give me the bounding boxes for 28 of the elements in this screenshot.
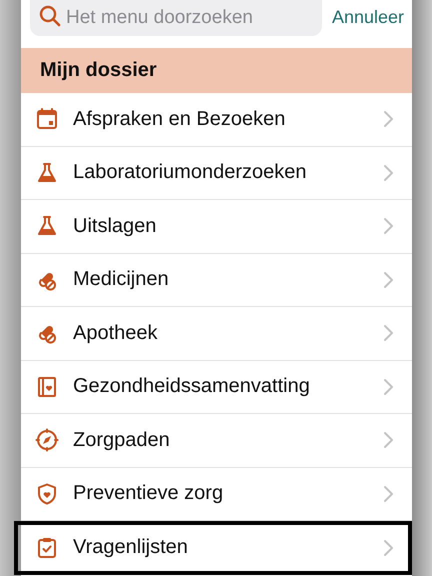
- heart-book-icon: [35, 374, 59, 399]
- menu-item[interactable]: Medicijnen: [21, 254, 412, 307]
- cancel-button[interactable]: Annuleer: [332, 7, 404, 36]
- chevron-right-icon: [382, 538, 394, 558]
- menu-item[interactable]: Zorgpaden: [21, 414, 412, 468]
- clipboard-check-icon: [35, 536, 59, 560]
- chevron-right-icon: [382, 216, 394, 236]
- chevron-right-icon: [382, 270, 394, 290]
- menu-item[interactable]: Preventieve zorg: [21, 468, 412, 521]
- calendar-icon: [35, 107, 59, 132]
- menu-item[interactable]: Vragenlijsten: [14, 521, 412, 574]
- chevron-right-icon: [382, 376, 394, 397]
- section-header: Mijn dossier: [21, 48, 412, 93]
- menu-item[interactable]: Uitslagen: [21, 200, 412, 254]
- chevron-right-icon: [382, 430, 394, 450]
- compass-icon: [35, 428, 59, 452]
- menu-item[interactable]: Laboratoriumonderzoeken: [21, 146, 412, 200]
- search-field[interactable]: Het menu doorzoeken: [30, 0, 322, 36]
- chevron-right-icon: [382, 109, 394, 130]
- flask-icon: [35, 160, 59, 185]
- chevron-right-icon: [382, 484, 394, 504]
- chevron-right-icon: [382, 162, 394, 183]
- chevron-right-icon: [382, 323, 394, 344]
- search-icon: [38, 4, 62, 28]
- heart-shield-icon: [35, 482, 59, 506]
- menu-item[interactable]: Gezondheidssamenvatting: [21, 360, 412, 414]
- menu-item[interactable]: Apotheek: [21, 307, 412, 360]
- menu-item[interactable]: Afspraken en Bezoeken: [21, 93, 412, 146]
